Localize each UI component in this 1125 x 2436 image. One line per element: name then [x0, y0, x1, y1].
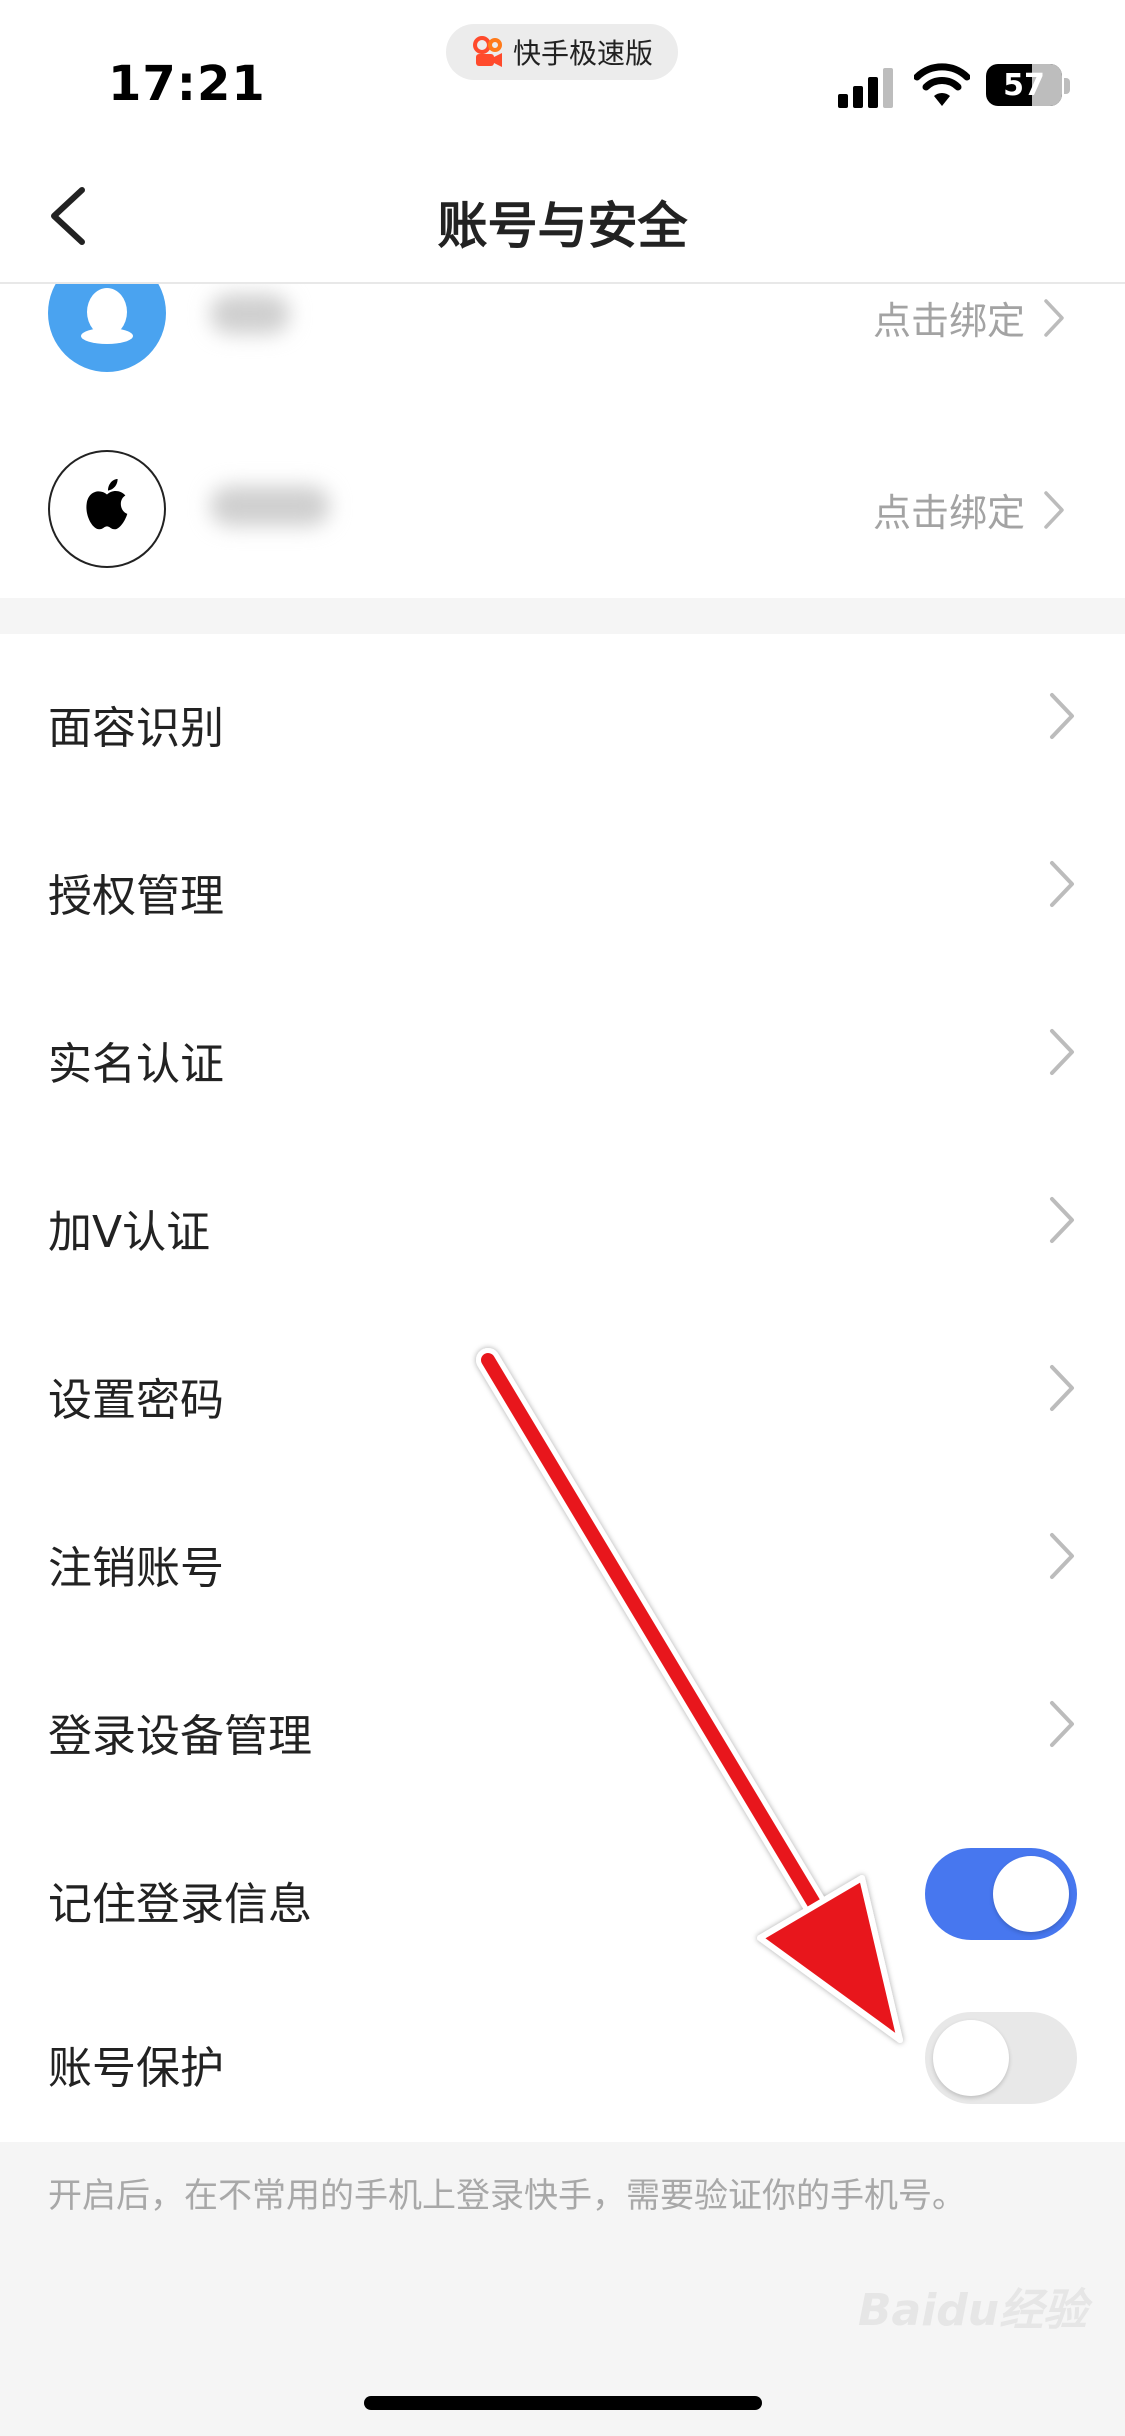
status-time: 17:21 — [108, 56, 266, 112]
status-bar: 17:21 快手极速版 57 — [0, 0, 1125, 150]
app-indicator-pill[interactable]: 快手极速版 — [446, 24, 678, 80]
menu-item-label: 授权管理 — [48, 871, 224, 922]
chevron-right-icon — [1050, 861, 1074, 907]
menu-item-label: 记住登录信息 — [48, 1879, 312, 1930]
toggle-knob — [993, 1856, 1069, 1932]
chevron-right-icon — [1044, 298, 1064, 337]
menu-item-device-management[interactable]: 登录设备管理 — [0, 1642, 1125, 1810]
menu-item-set-password[interactable]: 设置密码 — [0, 1306, 1125, 1474]
qq-penguin-icon — [81, 288, 133, 344]
qq-avatar — [48, 284, 166, 372]
menu-item-label: 加V认证 — [48, 1207, 211, 1258]
menu-item-account-protection: 账号保护 — [0, 1974, 1125, 2142]
menu-item-label: 账号保护 — [48, 2043, 224, 2094]
apple-account-name-blurred — [210, 486, 330, 526]
qq-bind-label: 点击绑定 — [872, 299, 1025, 343]
chevron-right-icon — [1050, 1701, 1074, 1747]
menu-item-delete-account[interactable]: 注销账号 — [0, 1474, 1125, 1642]
home-indicator[interactable] — [364, 2396, 762, 2410]
toggle-knob — [933, 2020, 1009, 2096]
menu-item-remember-login: 记住登录信息 — [0, 1810, 1125, 1978]
apple-logo-icon — [86, 479, 128, 530]
menu-item-v-verification[interactable]: 加V认证 — [0, 1138, 1125, 1306]
chevron-right-icon — [1050, 693, 1074, 739]
menu-item-label: 实名认证 — [48, 1039, 224, 1090]
menu-item-face-id[interactable]: 面容识别 — [0, 634, 1125, 802]
nav-bar: 账号与安全 — [0, 150, 1125, 284]
bind-row-apple[interactable]: 点击绑定 — [0, 420, 1125, 590]
page-title: 账号与安全 — [437, 197, 688, 255]
kuaishou-logo-icon — [472, 36, 502, 67]
bind-row-qq[interactable]: 点击绑定 — [0, 284, 1125, 424]
remember-login-toggle[interactable] — [925, 1848, 1077, 1940]
chevron-right-icon — [1044, 490, 1064, 529]
menu-item-label: 注销账号 — [48, 1543, 224, 1594]
chevron-right-icon — [1050, 1029, 1074, 1075]
qq-account-name-blurred — [210, 294, 290, 334]
apple-bind-action[interactable]: 点击绑定 — [873, 482, 1065, 537]
menu-item-label: 登录设备管理 — [48, 1711, 312, 1762]
battery-icon: 57 — [986, 64, 1062, 106]
battery-level: 57 — [1003, 67, 1045, 103]
account-protection-toggle[interactable] — [925, 2012, 1077, 2104]
qq-bind-action[interactable]: 点击绑定 — [873, 290, 1065, 345]
menu-item-label: 设置密码 — [48, 1375, 224, 1426]
security-settings-list: 面容识别 授权管理 实名认证 加V认证 设置密码 注销账号 登录设备管理 记住登… — [0, 634, 1125, 2142]
menu-item-label: 面容识别 — [48, 703, 224, 754]
app-indicator-label: 快手极速版 — [512, 37, 653, 70]
baidu-watermark: Baidu经验 — [858, 2285, 1088, 2336]
wifi-icon — [914, 63, 970, 106]
chevron-right-icon — [1050, 1533, 1074, 1579]
apple-bind-label: 点击绑定 — [872, 491, 1025, 535]
menu-item-real-name[interactable]: 实名认证 — [0, 970, 1125, 1138]
signal-icon — [838, 68, 893, 108]
menu-item-authorization[interactable]: 授权管理 — [0, 802, 1125, 970]
account-binding-card: 点击绑定 点击绑定 — [0, 284, 1125, 598]
battery-cap — [1064, 78, 1070, 94]
account-protection-footnote: 开启后，在不常用的手机上登录快手，需要验证你的手机号。 — [48, 2176, 966, 2216]
chevron-right-icon — [1050, 1365, 1074, 1411]
apple-avatar — [48, 450, 166, 568]
chevron-right-icon — [1050, 1197, 1074, 1243]
